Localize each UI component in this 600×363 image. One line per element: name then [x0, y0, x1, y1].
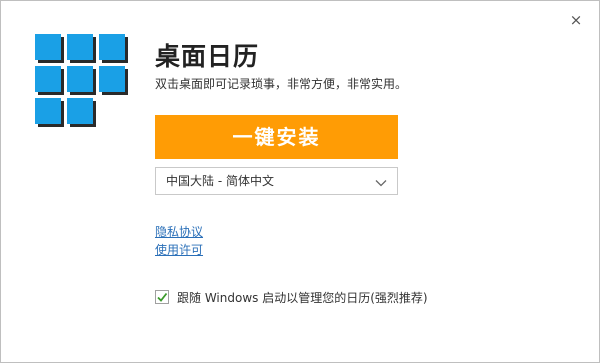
close-button[interactable]: × — [567, 11, 585, 29]
logo-tile — [99, 66, 125, 92]
installer-dialog: × 桌面日历 双击桌面即可记录琐事，非常方便，非常实用。 一键安装 中国大陆 -… — [0, 0, 600, 363]
autostart-option: 跟随 Windows 启动以管理您的日历(强烈推荐) — [155, 289, 428, 305]
chevron-down-icon — [375, 174, 387, 187]
app-subtitle: 双击桌面即可记录琐事，非常方便，非常实用。 — [155, 77, 408, 91]
language-selected-value: 中国大陆 - 简体中文 — [166, 174, 274, 188]
logo-tile — [35, 34, 61, 60]
close-icon: × — [569, 11, 583, 29]
logo-tile — [67, 98, 93, 124]
logo-tile — [67, 34, 93, 60]
app-logo — [35, 34, 131, 130]
checkmark-icon — [157, 292, 168, 302]
app-title: 桌面日历 — [155, 42, 260, 71]
install-button[interactable]: 一键安装 — [155, 115, 398, 159]
license-link[interactable]: 使用许可 — [155, 241, 203, 258]
autostart-checkbox[interactable] — [155, 290, 169, 304]
logo-tile — [35, 66, 61, 92]
logo-tile — [67, 66, 93, 92]
logo-tile — [35, 98, 61, 124]
language-select[interactable]: 中国大陆 - 简体中文 — [155, 167, 398, 195]
privacy-policy-link[interactable]: 隐私协议 — [155, 223, 203, 240]
logo-tile — [99, 34, 125, 60]
autostart-label: 跟随 Windows 启动以管理您的日历(强烈推荐) — [177, 290, 428, 305]
